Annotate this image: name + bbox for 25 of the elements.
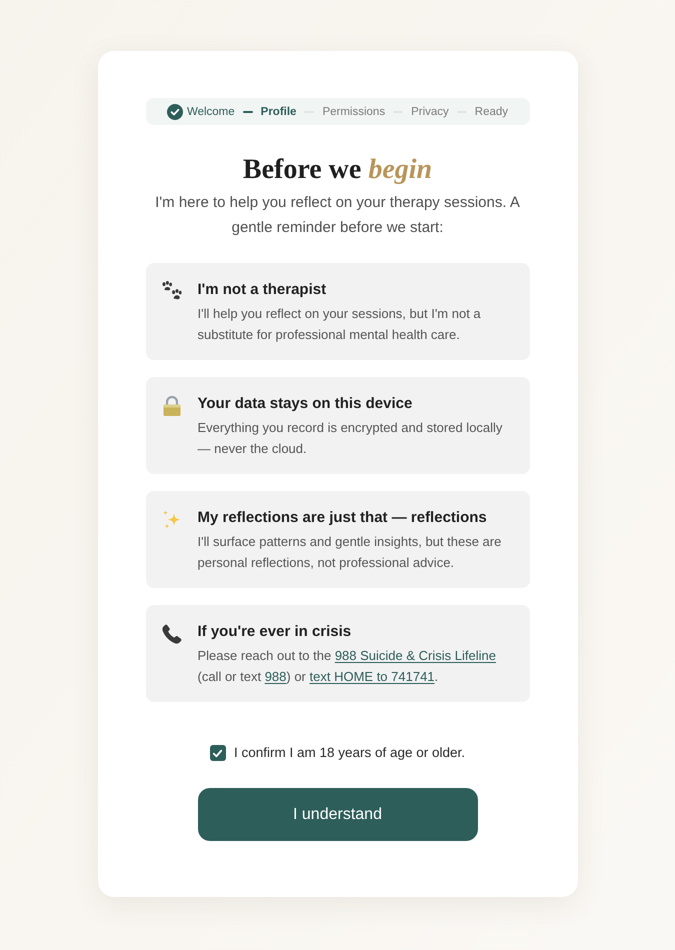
step-label: Privacy [411, 104, 449, 120]
intro-text: I'm here to help you reflect on your therapy sessions. A gentle reminder before we start: [154, 193, 521, 238]
link[interactable]: 988 Suicide & Crisis Lifeline [334, 648, 496, 663]
notice-text: I'll help you reflect on your sessions, but I'm not a substitute for professional mental health care. [198, 305, 482, 344]
notice-title: Your data stays on this device [198, 394, 414, 414]
step-label: Permissions [322, 104, 386, 120]
step-label: Profile [260, 104, 296, 120]
checkmark-icon [212, 748, 224, 758]
paw-prints-icon [160, 281, 182, 301]
link[interactable]: 988 [264, 669, 286, 684]
phone-icon [160, 623, 182, 645]
notice-text: I'll surface patterns and gentle insights, but these are personal reflections, not professional advice. [198, 533, 502, 572]
checkbox[interactable] [210, 745, 226, 761]
step-label: Ready [474, 104, 508, 120]
page-title: Before we begin [242, 153, 434, 187]
step-label: Welcome [186, 104, 235, 120]
checkbox-label: I confirm I am 18 years of age or older. [234, 744, 466, 762]
understand-button[interactable]: I understand [198, 788, 478, 841]
notice-text: Everything you record is encrypted and stored locally — never the cloud. [198, 419, 504, 458]
notice-title: If you're ever in crisis [198, 622, 352, 642]
notice-text: Please reach out to the 988 Suicide & Crisis Lifeline (call or text 988) or text HOME to 741741. [198, 647, 497, 686]
notice-title: My reflections are just that — reflections [198, 508, 488, 528]
padlock-icon [160, 395, 182, 417]
link[interactable]: text HOME to 741741 [310, 669, 435, 684]
notice-title: I'm not a therapist [198, 280, 328, 300]
